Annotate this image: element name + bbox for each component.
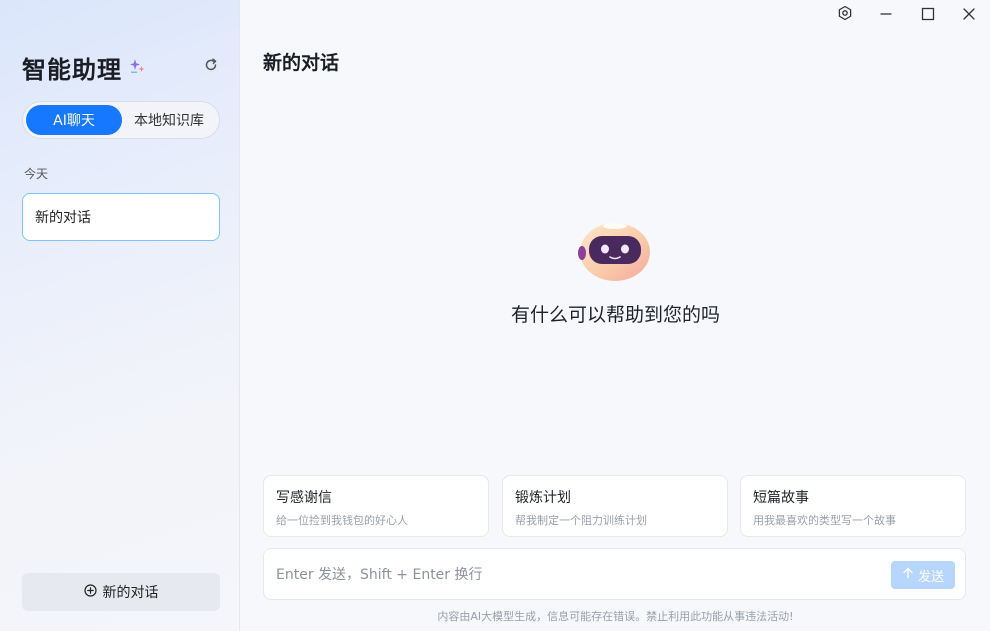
mode-switch: AI聊天 本地知识库	[22, 101, 220, 139]
suggestion-card-workout-plan[interactable]: 锻炼计划 帮我制定一个阻力训练计划	[502, 475, 728, 537]
robot-mascot-icon	[577, 218, 653, 282]
suggestion-desc: 给一位捡到我钱包的好心人	[276, 514, 408, 527]
conversation-item[interactable]: 新的对话	[22, 193, 220, 241]
disclaimer-text: 内容由AI大模型生成，信息可能存在错误。禁止利用此功能从事违法活动!	[437, 610, 794, 623]
new-chat-label: 新的对话	[102, 585, 159, 601]
sidebar: 智能助理 AI聊天 本地知识库 今天 新的对话 新的对话	[0, 0, 240, 631]
chat-input-box: 发送	[263, 548, 966, 600]
suggestion-title: 短篇故事	[753, 490, 809, 506]
minimize-icon	[879, 6, 893, 25]
refresh-icon	[204, 57, 218, 76]
add-circle-icon	[83, 583, 97, 601]
app-window: 智能助理 AI聊天 本地知识库 今天 新的对话 新的对话 新的对话 有什么可以帮…	[0, 0, 990, 631]
minimize-button[interactable]	[875, 4, 897, 26]
section-label-today: 今天	[24, 167, 49, 181]
suggestion-title: 写感谢信	[276, 490, 332, 506]
send-button[interactable]: 发送	[891, 561, 955, 589]
suggestion-desc: 帮我制定一个阻力训练计划	[515, 514, 647, 527]
new-chat-button[interactable]: 新的对话	[22, 573, 220, 611]
brand-title: 智能助理	[22, 56, 122, 84]
suggestion-title: 锻炼计划	[515, 490, 571, 506]
conversation-title: 新的对话	[35, 210, 91, 226]
settings-icon	[837, 5, 853, 25]
send-label: 发送	[917, 569, 944, 585]
tab-ai-chat[interactable]: AI聊天	[26, 105, 122, 135]
page-title: 新的对话	[263, 52, 340, 74]
refresh-button[interactable]	[202, 57, 220, 75]
arrow-up-icon	[902, 567, 914, 583]
suggestion-desc: 用我最喜欢的类型写一个故事	[753, 514, 896, 527]
close-button[interactable]	[958, 4, 980, 26]
sparkle-icon	[128, 57, 146, 75]
main-panel: 新的对话 有什么可以帮助到您的吗 写感谢信 给一位捡到我钱包的好心人 锻炼计划 …	[241, 0, 990, 631]
maximize-icon	[921, 6, 935, 25]
suggestion-card-short-story[interactable]: 短篇故事 用我最喜欢的类型写一个故事	[740, 475, 966, 537]
tab-local-knowledge-base[interactable]: 本地知识库	[122, 105, 216, 135]
maximize-button[interactable]	[917, 4, 939, 26]
close-icon	[962, 6, 976, 25]
chat-input[interactable]	[276, 563, 876, 587]
greeting-text: 有什么可以帮助到您的吗	[510, 304, 720, 326]
settings-button[interactable]	[834, 4, 856, 26]
suggestion-card-thank-you-letter[interactable]: 写感谢信 给一位捡到我钱包的好心人	[263, 475, 489, 537]
